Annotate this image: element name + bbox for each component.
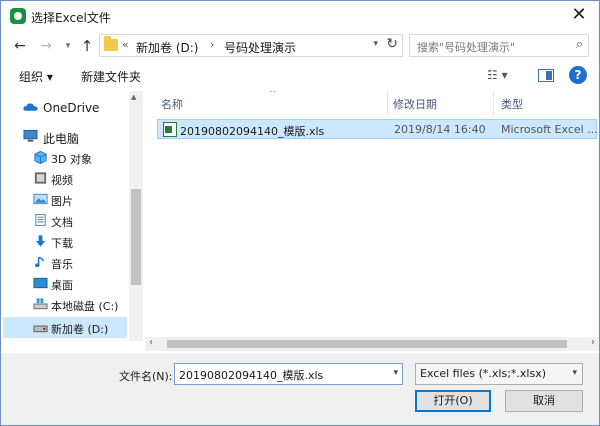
filename-field[interactable]: 20190802094140_模版.xls ▾ (174, 363, 403, 385)
sidebar-item-music[interactable]: 音乐 (3, 252, 127, 273)
sidebar-item-desktop[interactable]: 桌面 (3, 273, 127, 294)
column-divider[interactable] (387, 91, 388, 115)
sidebar-item-label: 桌面 (51, 279, 73, 292)
breadcrumb-drive[interactable]: 新加卷 (D:) (136, 39, 198, 56)
sort-ascending-icon: ^ (269, 91, 277, 99)
cube-3d-icon (34, 150, 47, 164)
breadcrumb-separator[interactable]: › (210, 38, 214, 51)
download-icon (35, 235, 46, 247)
file-type-filter-select[interactable]: Excel files (*.xls;*.xlsx) ▾ (415, 363, 583, 385)
command-bar: 组织 ▾ 新建文件夹 ☷ ▾ ? (1, 63, 599, 89)
back-button[interactable]: ← (11, 37, 29, 55)
help-icon[interactable]: ? (569, 66, 587, 84)
filename-value[interactable]: 20190802094140_模版.xls (179, 367, 323, 383)
column-divider[interactable] (493, 91, 494, 115)
chevron-down-icon[interactable]: ▾ (572, 368, 577, 378)
sidebar-item-label: 视频 (51, 174, 73, 187)
breadcrumb-overflow[interactable]: « (122, 38, 129, 51)
file-list: 名称 ^ 修改日期 类型 20190802094140_模版.xls 2019/… (149, 91, 599, 351)
drive-icon (33, 298, 48, 310)
column-date-header[interactable]: 修改日期 (393, 96, 437, 112)
filename-label: 文件名(N): (119, 370, 173, 383)
file-open-dialog: 选择Excel文件 ✕ ← → ▾ ↑ « 新加卷 (D:) › 号码处理演示 … (0, 0, 600, 426)
file-row[interactable]: 20190802094140_模版.xls 2019/8/14 16:40 Mi… (157, 119, 598, 139)
drive-icon (33, 325, 48, 333)
folder-icon (104, 36, 118, 51)
up-folder-button[interactable]: ↑ (78, 37, 96, 55)
breadcrumb-folder[interactable]: 号码处理演示 (224, 39, 296, 56)
scroll-right-icon[interactable]: › (591, 337, 595, 348)
recent-locations-button[interactable]: ▾ (59, 37, 77, 55)
refresh-icon[interactable]: ↻ (386, 36, 398, 52)
search-box[interactable]: 搜索"号码处理演示" ⌕ (409, 34, 589, 57)
column-header-row: 名称 ^ 修改日期 类型 (149, 91, 599, 115)
sidebar-item-label: 此电脑 (43, 132, 80, 146)
chevron-down-icon[interactable]: ▾ (393, 368, 398, 378)
search-icon[interactable]: ⌕ (576, 37, 583, 52)
scrollbar-thumb[interactable] (131, 189, 141, 285)
forward-button[interactable]: → (37, 37, 55, 55)
column-type-header[interactable]: 类型 (501, 96, 523, 112)
video-icon (34, 172, 47, 184)
sidebar-item-label: 音乐 (51, 258, 73, 271)
navigation-scrollbar[interactable]: ▲ (129, 91, 143, 341)
sidebar-item-this-pc[interactable]: 此电脑 (3, 126, 127, 147)
music-icon (34, 256, 45, 268)
title-bar: 选择Excel文件 ✕ (1, 1, 599, 31)
sidebar-item-label: 3D 对象 (51, 153, 92, 166)
scroll-up-icon[interactable]: ▲ (131, 93, 136, 101)
sidebar-item-videos[interactable]: 视频 (3, 168, 127, 189)
app-icon (10, 8, 26, 24)
sidebar-item-label: 新加卷 (D:) (51, 323, 109, 336)
sidebar-item-new-volume-d[interactable]: 新加卷 (D:) (3, 317, 127, 338)
file-type: Microsoft Excel ... (501, 123, 598, 136)
desktop-icon (33, 277, 48, 289)
sidebar-item-pictures[interactable]: 图片 (3, 189, 127, 210)
file-modified-date: 2019/8/14 16:40 (394, 123, 486, 136)
file-name: 20190802094140_模版.xls (180, 125, 325, 138)
column-name-header[interactable]: 名称 (161, 96, 183, 112)
sidebar-item-3d-objects[interactable]: 3D 对象 (3, 147, 127, 168)
close-button[interactable]: ✕ (567, 4, 591, 28)
document-icon (35, 213, 46, 227)
search-input[interactable]: 搜索"号码处理演示" (417, 39, 515, 55)
sidebar-item-downloads[interactable]: 下载 (3, 231, 127, 252)
cancel-button[interactable]: 取消 (505, 390, 583, 412)
sidebar-item-label: 文档 (51, 216, 73, 229)
sidebar-item-label: 图片 (51, 195, 73, 208)
picture-icon (33, 193, 48, 205)
preview-pane-icon[interactable] (538, 69, 554, 82)
horizontal-scrollbar[interactable]: ‹ › (145, 337, 599, 351)
filter-value: Excel files (*.xls;*.xlsx) (420, 367, 547, 380)
organize-button[interactable]: 组织 ▾ (19, 68, 53, 85)
excel-file-icon (163, 122, 177, 137)
window-title: 选择Excel文件 (31, 11, 111, 25)
address-bar[interactable]: « 新加卷 (D:) › 号码处理演示 ▾ ↻ (99, 34, 403, 57)
onedrive-icon (23, 103, 38, 111)
sidebar-item-onedrive[interactable]: OneDrive (3, 97, 127, 118)
sidebar-item-label: 本地磁盘 (C:) (51, 300, 119, 313)
scrollbar-thumb[interactable] (167, 340, 567, 348)
open-button[interactable]: 打开(O) (415, 390, 491, 412)
address-dropdown[interactable]: ▾ (373, 39, 378, 49)
sidebar-item-label: 下载 (51, 237, 73, 250)
navigation-pane: OneDrive 此电脑 3D 对象 视频 图片 文档 下载 音乐 桌面 本地磁… (3, 91, 143, 341)
new-folder-button[interactable]: 新建文件夹 (81, 68, 141, 85)
scroll-left-icon[interactable]: ‹ (149, 337, 153, 348)
sidebar-item-documents[interactable]: 文档 (3, 210, 127, 231)
sidebar-item-local-disk-c[interactable]: 本地磁盘 (C:) (3, 294, 127, 315)
dialog-footer: 文件名(N): 20190802094140_模版.xls ▾ Excel fi… (1, 353, 599, 425)
view-options-button[interactable]: ☷ ▾ (487, 68, 508, 82)
sidebar-item-label: OneDrive (43, 101, 100, 115)
computer-icon (23, 129, 38, 142)
